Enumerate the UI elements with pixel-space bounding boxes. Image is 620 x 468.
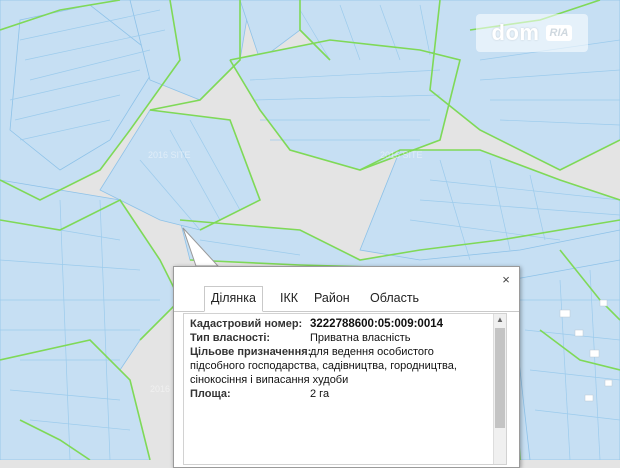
- scrollbar-thumb[interactable]: [495, 328, 505, 428]
- map-watermark: 2016 SITE: [148, 150, 191, 160]
- ownership-type-label: Тип власності:: [190, 332, 271, 344]
- parcel-info-popup: × Ділянка ІКК Район Область Кадастровий …: [173, 266, 520, 468]
- ownership-type-value: Приватна власність: [310, 332, 411, 344]
- parcel-details: Кадастровий номер: 3222788600:05:009:001…: [183, 313, 507, 465]
- details-scrollbar[interactable]: ▲: [493, 314, 506, 464]
- tab-region[interactable]: Область: [364, 287, 425, 310]
- tab-ikk[interactable]: ІКК: [274, 287, 304, 310]
- map-watermark: 2016 SITE: [380, 150, 423, 160]
- purpose-label: Цільове призначення:: [190, 346, 312, 358]
- tab-district[interactable]: Район: [308, 287, 356, 310]
- cadastral-number-label: Кадастровий номер:: [190, 318, 303, 330]
- purpose-value-line-2: підсобного господарства, садівництва, го…: [190, 360, 457, 372]
- purpose-value: для ведення особистого: [310, 346, 434, 358]
- domria-watermark: dom RIA: [476, 14, 588, 52]
- area-value: 2 га: [310, 388, 330, 400]
- tab-parcel[interactable]: Ділянка: [204, 286, 263, 312]
- cadastral-number-value: 3222788600:05:009:0014: [310, 318, 444, 330]
- scroll-up-icon[interactable]: ▲: [494, 314, 506, 326]
- area-label: Площа:: [190, 388, 231, 400]
- domria-logo-text: dom: [491, 20, 540, 45]
- domria-logo-badge: RIA: [545, 25, 573, 41]
- popup-tabs: Ділянка ІКК Район Область: [174, 283, 519, 312]
- purpose-value-line-3: сінокосіння і випасання худоби: [190, 374, 349, 386]
